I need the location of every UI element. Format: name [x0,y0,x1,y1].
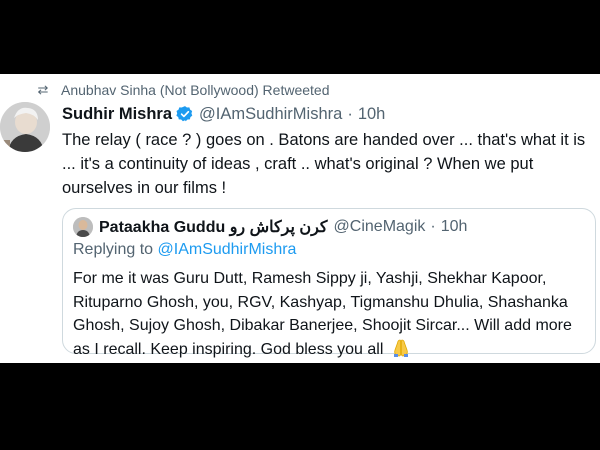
tweet-panel: ⇄ Anubhav Sinha (Not Bollywood) Retweete… [0,74,600,363]
tweet-header: Sudhir Mishra @IAmSudhirMishra · 10h [62,102,385,126]
quoted-tweet[interactable]: Pataakha Guddu کرن پرکاش رو @CineMagik ·… [62,208,596,358]
author-handle[interactable]: @IAmSudhirMishra [199,105,342,124]
folded-hands-icon [390,339,412,357]
quoted-author-handle: @CineMagik [333,218,426,235]
separator-dot: · [347,104,353,123]
verified-badge-icon [176,105,194,123]
quoted-avatar [73,217,93,237]
quoted-author-name: Pataakha Guddu کرن پرکاش رو [99,219,328,236]
quoted-tweet-text: For me it was Guru Dutt, Ramesh Sippy ji… [73,267,593,361]
retweet-indicator[interactable]: ⇄ Anubhav Sinha (Not Bollywood) Retweete… [33,80,330,100]
tweet-timestamp[interactable]: 10h [358,105,386,124]
retweet-icon: ⇄ [37,82,49,97]
replying-to-prefix: Replying to [73,241,154,258]
avatar[interactable] [0,102,50,152]
replying-to-line: Replying to @IAmSudhirMishra [73,241,296,263]
quoted-timestamp: 10h [440,218,468,235]
quoted-separator-dot: · [430,218,436,235]
quoted-tweet-header: Pataakha Guddu کرن پرکاش رو @CineMagik ·… [73,216,467,238]
retweet-label: Anubhav Sinha (Not Bollywood) Retweeted [61,82,330,98]
replying-to-mention[interactable]: @IAmSudhirMishra [158,241,297,258]
quoted-tweet-body: For me it was Guru Dutt, Ramesh Sippy ji… [73,270,572,358]
author-name[interactable]: Sudhir Mishra [62,105,172,124]
tweet-text: The relay ( race ? ) goes on . Batons ar… [62,131,586,197]
